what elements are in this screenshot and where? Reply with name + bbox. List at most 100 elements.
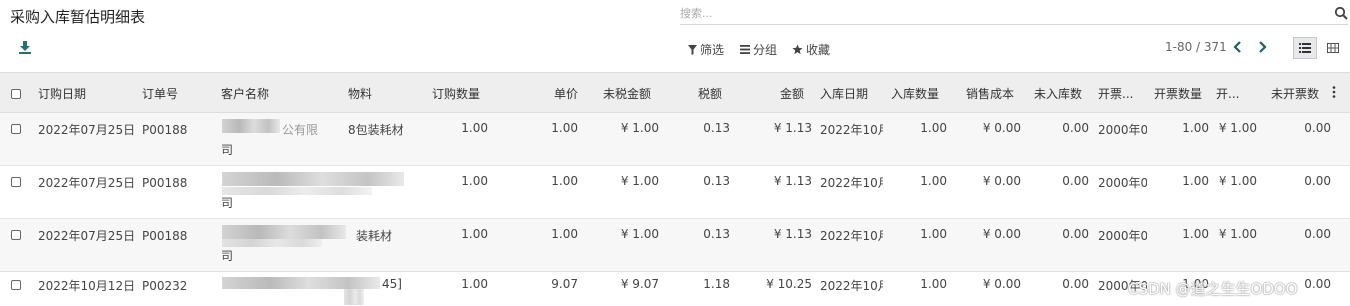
redacted-customer <box>222 119 280 133</box>
col-header-unit-price[interactable]: 单价 <box>520 85 578 102</box>
cell-tax: 0.13 <box>703 174 730 188</box>
col-header-material[interactable]: 物料 <box>348 85 372 102</box>
group-by-button[interactable]: 分组 <box>740 41 777 58</box>
cell-order-date: 2022年10月12日 <box>38 279 136 293</box>
select-all-checkbox[interactable] <box>11 89 21 99</box>
cell-order-no: P00188 <box>142 229 188 243</box>
cell-qty: 1.00 <box>461 227 488 241</box>
cell-untaxed: ¥ 1.00 <box>620 227 659 241</box>
row-checkbox[interactable] <box>11 124 21 134</box>
col-header-invoice-amount[interactable]: 开... <box>1216 85 1239 102</box>
col-header-sales-cost[interactable]: 销售成本 <box>966 85 1014 102</box>
col-header-not-in-qty[interactable]: 未入库数 <box>1034 85 1082 102</box>
cell-invoice-qty: 1.00 <box>1182 174 1209 188</box>
table-row[interactable]: 2022年07月25日 P00188 司 1.00 1.00 ¥ 1.00 0.… <box>0 166 1350 219</box>
col-header-untaxed[interactable]: 未税金额 <box>590 85 651 102</box>
cell-order-date: 2022年07月25日 <box>38 229 136 243</box>
cell-amount: ¥ 10.25 <box>766 277 812 291</box>
cell-in-date: 2022年10月 <box>820 176 883 190</box>
col-header-order-date[interactable]: 订购日期 <box>38 85 86 102</box>
redacted-customer <box>222 225 346 239</box>
cell-order-no: P00188 <box>142 123 188 137</box>
row-checkbox[interactable] <box>11 230 21 240</box>
cell-not-in: 0.00 <box>1062 121 1089 135</box>
redacted-customer <box>344 289 364 305</box>
col-header-not-invoiced[interactable]: 未开票数 <box>1271 85 1319 102</box>
cell-customer-tail: 公有限 <box>282 123 319 137</box>
cell-invoice-amount: ¥ 1.00 <box>1218 227 1257 241</box>
cell-price: 1.00 <box>551 227 578 241</box>
favorite-label: 收藏 <box>806 43 831 57</box>
cell-invoice-amount: ¥ 1.00 <box>1218 121 1257 135</box>
redacted-customer <box>222 239 322 247</box>
col-header-invoice-date[interactable]: 开票... <box>1098 85 1133 102</box>
download-icon[interactable] <box>18 40 32 54</box>
cell-not-in: 0.00 <box>1062 174 1089 188</box>
cell-cost: ¥ 0.00 <box>982 227 1021 241</box>
cell-invoice-date: 2000年0 <box>1098 176 1147 190</box>
search-bar <box>680 4 1348 25</box>
cell-invoice-qty: 1.00 <box>1182 227 1209 241</box>
row-checkbox[interactable] <box>11 280 21 290</box>
cell-amount: ¥ 1.13 <box>773 174 812 188</box>
cell-price: 9.07 <box>551 277 578 291</box>
search-icon[interactable] <box>1334 6 1348 20</box>
cell-tax: 0.13 <box>703 227 730 241</box>
pager-value[interactable]: 1-80 / 371 <box>1165 40 1227 54</box>
filter-button[interactable]: 筛选 <box>688 41 724 58</box>
cell-qty: 1.00 <box>461 277 488 291</box>
search-input[interactable] <box>680 4 1320 22</box>
cell-order-date: 2022年07月25日 <box>38 176 136 190</box>
col-header-customer[interactable]: 客户名称 <box>221 85 269 102</box>
table-row[interactable]: 2022年07月25日 P00188 公有限 司 8包装耗材 1.00 1.00… <box>0 113 1350 166</box>
row-checkbox[interactable] <box>11 177 21 187</box>
col-header-tax[interactable]: 税额 <box>672 85 722 102</box>
cell-material: 8包装耗材 <box>348 123 404 137</box>
page-title: 采购入库暂估明细表 <box>10 8 146 26</box>
cell-in-date: 2022年10月 <box>820 229 883 243</box>
cell-in-qty: 1.00 <box>920 227 947 241</box>
col-header-in-date[interactable]: 入库日期 <box>820 85 868 102</box>
group-label: 分组 <box>753 43 778 57</box>
cell-untaxed: ¥ 1.00 <box>620 174 659 188</box>
cell-customer-line2: 司 <box>221 196 234 210</box>
cell-invoice-amount: ¥ 1.00 <box>1218 174 1257 188</box>
cell-material: 装耗材 <box>356 229 393 243</box>
cell-in-date: 2022年10月 <box>820 123 883 137</box>
cell-order-date: 2022年07月25日 <box>38 123 136 137</box>
cell-order-no: P00232 <box>142 279 188 293</box>
col-header-order-no[interactable]: 订单号 <box>142 85 178 102</box>
chevron-right-icon[interactable] <box>1255 40 1269 54</box>
favorites-button[interactable]: 收藏 <box>792 41 830 58</box>
table-header: 订购日期 订单号 客户名称 物料 订购数量 单价 未税金额 税额 金额 入库日期… <box>0 72 1350 113</box>
table-row[interactable]: 2022年07月25日 P00188 司 装耗材 1.00 1.00 ¥ 1.0… <box>0 219 1350 272</box>
redacted-customer <box>222 187 372 195</box>
cell-price: 1.00 <box>551 174 578 188</box>
vertical-dots-icon[interactable] <box>1332 86 1336 98</box>
list-view-icon <box>1299 43 1311 53</box>
cell-cost: ¥ 0.00 <box>982 277 1021 291</box>
filter-icon <box>688 44 697 55</box>
cell-not-in: 0.00 <box>1062 277 1089 291</box>
list-view-button[interactable] <box>1293 37 1317 59</box>
cell-customer-line2: 司 <box>221 249 234 263</box>
cell-amount: ¥ 1.13 <box>773 121 812 135</box>
cell-qty: 1.00 <box>461 174 488 188</box>
col-header-in-qty[interactable]: 入库数量 <box>891 85 939 102</box>
cell-customer-line2: 司 <box>221 143 234 157</box>
control-panel: 采购入库暂估明细表 筛选 分组 收藏 1-80 / 371 <box>0 0 1350 72</box>
grid-view-button[interactable] <box>1321 37 1345 59</box>
chevron-left-icon[interactable] <box>1231 40 1245 54</box>
cell-tax: 0.13 <box>703 121 730 135</box>
cell-not-invoiced: 0.00 <box>1304 174 1331 188</box>
cell-cost: ¥ 0.00 <box>982 121 1021 135</box>
cell-not-invoiced: 0.00 <box>1304 121 1331 135</box>
cell-amount: ¥ 1.13 <box>773 227 812 241</box>
grid-view-icon <box>1327 43 1339 53</box>
col-header-order-qty[interactable]: 订购数量 <box>432 85 480 102</box>
redacted-customer <box>222 172 404 186</box>
cell-untaxed: ¥ 1.00 <box>620 121 659 135</box>
col-header-invoice-qty[interactable]: 开票数量 <box>1154 85 1202 102</box>
cell-invoice-date: 2000年0 <box>1098 123 1147 137</box>
col-header-amount[interactable]: 金额 <box>754 85 804 102</box>
